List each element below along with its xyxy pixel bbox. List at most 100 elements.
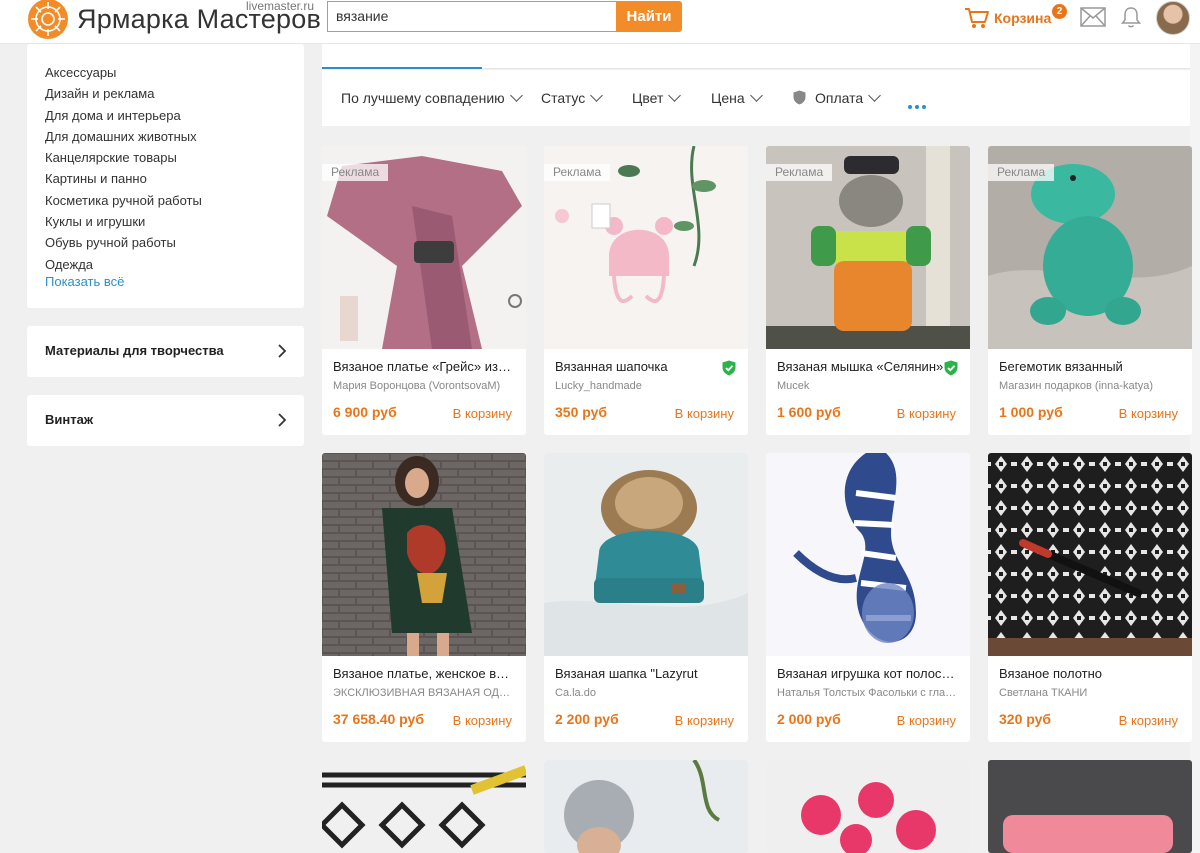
cart-icon [965, 8, 989, 28]
product-card[interactable]: Вязаное платье, женское вязаное платье Э… [322, 453, 526, 742]
product-card[interactable]: Реклама Вязанная шапочка Lucky_handmade … [544, 146, 748, 435]
add-to-cart-link[interactable]: В корзину [675, 406, 734, 421]
product-price: 1 000 руб [999, 404, 1063, 420]
product-seller[interactable]: Магазин подарков (inna-katya) [999, 380, 1181, 392]
category-item[interactable]: Для домашних животных [45, 126, 202, 147]
payment-dropdown[interactable]: Оплата [793, 89, 882, 106]
product-image[interactable] [322, 453, 526, 656]
sort-dropdown[interactable]: По лучшему совпадению [341, 89, 523, 106]
category-item[interactable]: Косметика ручной работы [45, 190, 202, 211]
product-card[interactable] [544, 760, 748, 853]
product-image[interactable] [322, 760, 526, 853]
filter-bar: По лучшему совпадению Статус Цвет Цена О… [322, 70, 1190, 126]
mail-icon[interactable] [1080, 7, 1106, 27]
cart-button[interactable]: Корзина 2 [964, 4, 1074, 31]
product-seller[interactable]: Ca.la.do [555, 687, 737, 699]
add-to-cart-link[interactable]: В корзину [453, 406, 512, 421]
chevron-down-icon [509, 89, 523, 102]
product-seller[interactable]: Наталья Толстых Фасольки с глазками [777, 687, 959, 699]
verified-shield-icon [944, 360, 958, 376]
section-vintage[interactable]: Винтаж [27, 395, 304, 446]
product-price: 2 200 руб [555, 711, 619, 727]
product-card[interactable]: Реклама Бегемотик вязанный Магазин подар… [988, 146, 1192, 435]
category-item[interactable]: Канцелярские товары [45, 147, 202, 168]
sort-label: По лучшему совпадению [341, 90, 505, 106]
product-title[interactable]: Вязаное платье, женское вязаное платье [333, 666, 513, 681]
color-dropdown[interactable]: Цвет [632, 89, 682, 106]
product-card[interactable] [322, 760, 526, 853]
product-price: 320 руб [999, 711, 1052, 727]
ad-badge: Реклама [544, 164, 611, 181]
product-title[interactable]: Вязанная шапочка [555, 359, 735, 374]
product-seller[interactable]: Мария Воронцова (VorontsovaM) [333, 380, 515, 392]
product-title[interactable]: Вязаная игрушка кот полосатый [777, 666, 957, 681]
payment-label: Оплата [815, 90, 864, 106]
logo-icon[interactable] [27, 0, 69, 40]
product-image[interactable] [766, 453, 970, 656]
price-dropdown[interactable]: Цена [711, 89, 763, 106]
add-to-cart-link[interactable]: В корзину [1119, 713, 1178, 728]
product-card[interactable] [988, 760, 1192, 853]
category-item[interactable]: Для дома и интерьера [45, 105, 202, 126]
chevron-down-icon [749, 89, 763, 102]
product-card[interactable]: Вязаная игрушка кот полосатый Наталья То… [766, 453, 970, 742]
section-label: Винтаж [45, 412, 94, 427]
add-to-cart-link[interactable]: В корзину [897, 713, 956, 728]
product-seller[interactable]: Светлана ТКАНИ [999, 687, 1181, 699]
chevron-down-icon [668, 89, 682, 102]
product-card[interactable]: Реклама Вязаная мышка «Селянин» Mucek 1 … [766, 146, 970, 435]
product-card[interactable]: Реклама Вязаное платье «Грейс» из мерино… [322, 146, 526, 435]
search-button[interactable]: Найти [616, 1, 682, 32]
product-image[interactable] [766, 760, 970, 853]
show-all-link[interactable]: Показать всё [45, 274, 124, 289]
ad-badge: Реклама [322, 164, 389, 181]
cart-count-badge: 2 [1052, 4, 1067, 19]
product-card[interactable]: Вязаное полотно Светлана ТКАНИ 320 руб В… [988, 453, 1192, 742]
logo-domain: livemaster.ru [246, 0, 315, 13]
color-label: Цвет [632, 90, 664, 106]
more-filters-icon[interactable] [908, 96, 930, 109]
chevron-right-icon [278, 344, 287, 358]
bell-icon[interactable] [1119, 5, 1143, 29]
section-materials[interactable]: Материалы для творчества [27, 326, 304, 377]
category-item[interactable]: Обувь ручной работы [45, 232, 202, 253]
category-item[interactable]: Картины и панно [45, 168, 202, 189]
category-item[interactable]: Аксессуары [45, 62, 202, 83]
product-title[interactable]: Вязаное полотно [999, 666, 1179, 681]
product-image[interactable] [988, 453, 1192, 656]
ad-badge: Реклама [766, 164, 833, 181]
chevron-down-icon [590, 89, 604, 102]
category-list: Аксессуары Дизайн и реклама Для дома и и… [45, 62, 202, 275]
add-to-cart-link[interactable]: В корзину [675, 713, 734, 728]
category-item[interactable]: Дизайн и реклама [45, 83, 202, 104]
product-title[interactable]: Бегемотик вязанный [999, 359, 1179, 374]
user-avatar[interactable] [1156, 1, 1190, 35]
category-list-card: Аксессуары Дизайн и реклама Для дома и и… [27, 44, 304, 308]
product-image[interactable] [544, 760, 748, 853]
active-tab-indicator [322, 67, 482, 69]
add-to-cart-link[interactable]: В корзину [897, 406, 956, 421]
product-title[interactable]: Вязаная шапка "Lazyrut [555, 666, 735, 681]
product-title[interactable]: Вязаное платье «Грейс» из мериноса [333, 359, 513, 374]
category-item[interactable]: Куклы и игрушки [45, 211, 202, 232]
product-image[interactable] [988, 760, 1192, 853]
top-header: Ярмарка Мастеров livemaster.ru вязание Н… [0, 0, 1200, 44]
search-input[interactable]: вязание [327, 1, 616, 32]
product-seller[interactable]: Mucek [777, 380, 959, 392]
cart-label: Корзина [994, 10, 1052, 26]
chevron-down-icon [868, 89, 882, 102]
product-image[interactable] [544, 453, 748, 656]
product-price: 1 600 руб [777, 404, 841, 420]
product-seller[interactable]: ЭКСКЛЮЗИВНАЯ ВЯЗАНАЯ ОДЕЖДА [333, 687, 515, 699]
product-title[interactable]: Вязаная мышка «Селянин» [777, 359, 957, 374]
ad-badge: Реклама [988, 164, 1055, 181]
add-to-cart-link[interactable]: В корзину [1119, 406, 1178, 421]
price-label: Цена [711, 90, 745, 106]
add-to-cart-link[interactable]: В корзину [453, 713, 512, 728]
product-seller[interactable]: Lucky_handmade [555, 380, 737, 392]
product-price: 6 900 руб [333, 404, 397, 420]
product-card[interactable]: Вязаная шапка "Lazyrut Ca.la.do 2 200 ру… [544, 453, 748, 742]
product-card[interactable] [766, 760, 970, 853]
category-item[interactable]: Одежда [45, 254, 202, 275]
status-dropdown[interactable]: Статус [541, 89, 604, 106]
